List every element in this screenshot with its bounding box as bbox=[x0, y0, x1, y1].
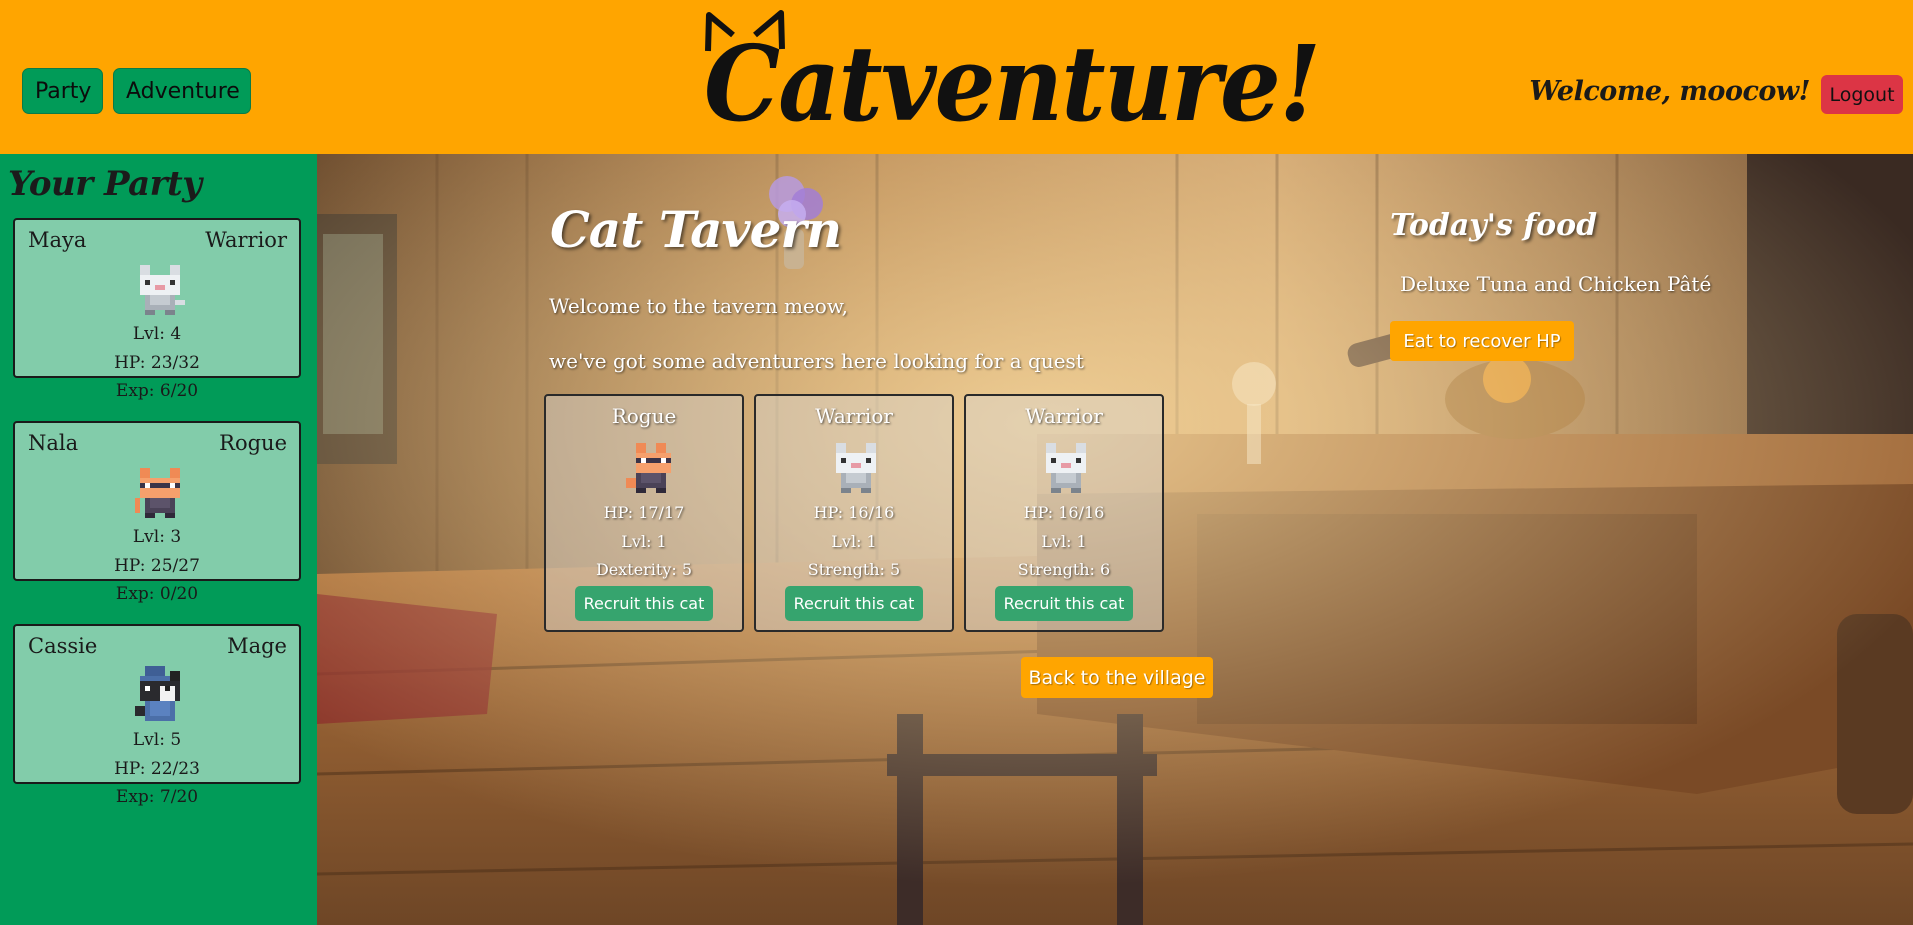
recruit-hp: HP: 16/16 bbox=[813, 503, 895, 522]
party-member-card: Maya Warrior Lvl: 4 HP: 23/32 Exp: 6/20 bbox=[13, 218, 301, 401]
member-level: Lvl: 5 bbox=[132, 730, 182, 750]
orange-rogue-cat-icon bbox=[135, 468, 180, 518]
recruit-hp: HP: 17/17 bbox=[603, 503, 685, 522]
top-header: Party Adventure Catventure! Welcome, moo… bbox=[0, 0, 1913, 154]
tavern-intro-line2: we've got some adventurers here looking … bbox=[549, 349, 1084, 373]
member-exp: Exp: 7/20 bbox=[115, 787, 199, 807]
recruit-hp: HP: 16/16 bbox=[1023, 503, 1105, 522]
back-to-village-button[interactable]: Back to the village bbox=[1021, 657, 1213, 698]
logo-text: Catventure! bbox=[704, 22, 1321, 145]
recruit-stat: Strength: 6 bbox=[1017, 560, 1111, 579]
member-class: Rogue bbox=[219, 431, 287, 455]
member-class: Warrior bbox=[205, 228, 287, 252]
white-warrior-cat-icon bbox=[1046, 443, 1086, 493]
recruit-stat: Dexterity: 5 bbox=[595, 560, 693, 579]
party-title: Your Party bbox=[8, 164, 202, 204]
recruit-level: Lvl: 1 bbox=[621, 532, 667, 551]
recruit-card: Rogue HP: 17/17 Lvl: 1 Dexterity: 5 Recr… bbox=[544, 394, 744, 632]
member-hp: HP: 25/27 bbox=[114, 556, 200, 576]
recruit-class: Rogue bbox=[611, 404, 677, 428]
recruit-button[interactable]: Recruit this cat bbox=[575, 586, 713, 621]
member-hp: HP: 23/32 bbox=[114, 353, 200, 373]
recruit-level: Lvl: 1 bbox=[831, 532, 877, 551]
adventure-nav-button[interactable]: Adventure bbox=[113, 68, 251, 114]
eat-food-button[interactable]: Eat to recover HP bbox=[1390, 321, 1574, 361]
white-warrior-cat-icon bbox=[140, 265, 185, 315]
white-warrior-cat-icon bbox=[836, 443, 876, 493]
member-hp: HP: 22/23 bbox=[114, 759, 200, 779]
recruit-class: Warrior bbox=[815, 404, 893, 428]
member-class: Mage bbox=[227, 634, 287, 658]
member-level: Lvl: 3 bbox=[132, 527, 182, 547]
party-sidebar: Your Party Maya Warrior Lvl: 4 HP: 23/32… bbox=[0, 154, 317, 925]
party-member-card: Cassie Mage Lvl: 5 HP: 22/23 Exp: 7/20 bbox=[13, 624, 301, 807]
member-name: Maya bbox=[28, 228, 87, 252]
member-exp: Exp: 0/20 bbox=[115, 584, 199, 604]
welcome-message: Welcome, moocow! bbox=[1529, 76, 1810, 107]
member-name: Cassie bbox=[28, 634, 98, 658]
recruit-card: Warrior HP: 16/16 Lvl: 1 Strength: 6 Rec… bbox=[964, 394, 1164, 632]
party-nav-button[interactable]: Party bbox=[22, 68, 103, 114]
tavern-title: Cat Tavern bbox=[550, 200, 842, 259]
catventure-logo: Catventure! bbox=[700, 6, 1321, 154]
food-name: Deluxe Tuna and Chicken Pâté bbox=[1400, 272, 1712, 296]
party-member-card: Nala Rogue Lvl: 3 HP: 25/27 Exp: 0/20 bbox=[13, 421, 301, 604]
member-exp: Exp: 6/20 bbox=[115, 381, 199, 401]
black-mage-cat-icon bbox=[135, 666, 180, 721]
member-name: Nala bbox=[28, 431, 79, 455]
recruit-card: Warrior HP: 16/16 Lvl: 1 Strength: 5 Rec… bbox=[754, 394, 954, 632]
recruit-button[interactable]: Recruit this cat bbox=[785, 586, 923, 621]
recruit-stat: Strength: 5 bbox=[807, 560, 901, 579]
recruit-button[interactable]: Recruit this cat bbox=[995, 586, 1133, 621]
member-level: Lvl: 4 bbox=[132, 324, 182, 344]
recruit-class: Warrior bbox=[1025, 404, 1103, 428]
recruit-level: Lvl: 1 bbox=[1041, 532, 1087, 551]
tavern-intro-line1: Welcome to the tavern meow, bbox=[549, 294, 848, 318]
orange-rogue-cat-icon bbox=[626, 443, 671, 493]
food-title: Today's food bbox=[1390, 208, 1598, 243]
logout-button[interactable]: Logout bbox=[1821, 75, 1903, 114]
